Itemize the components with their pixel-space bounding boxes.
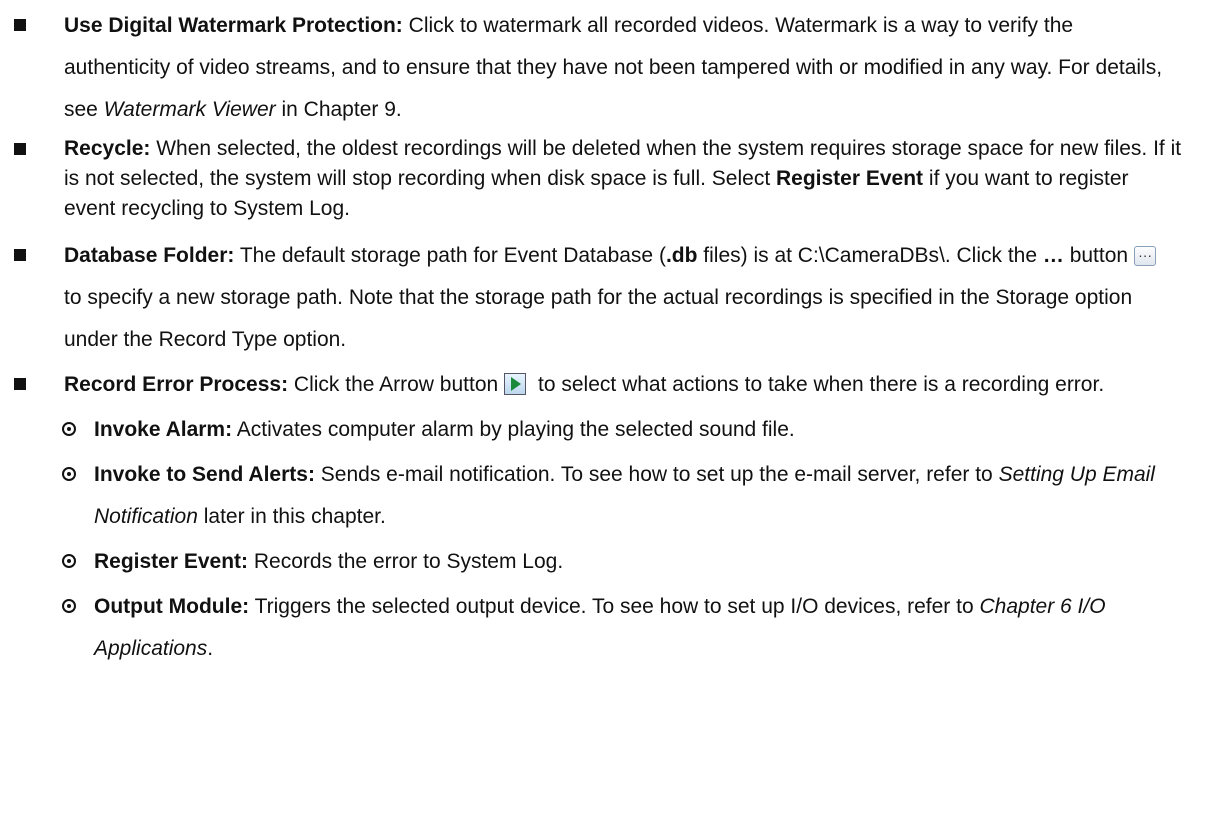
subbullet-invoke-alarm: Invoke Alarm: Activates computer alarm b…	[62, 409, 1222, 451]
term-label: Invoke to Send Alerts:	[94, 463, 315, 486]
bullet-database-folder: Database Folder: The default storage pat…	[0, 234, 1222, 361]
bullet-record-error-process: Record Error Process: Click the Arrow bu…	[0, 364, 1222, 406]
subbullet-output-module: Output Module: Triggers the selected out…	[62, 586, 1222, 670]
term-label: Output Module:	[94, 595, 250, 618]
document-page: Use Digital Watermark Protection: Click …	[0, 0, 1222, 832]
square-bullet-icon	[14, 143, 26, 155]
square-bullet-icon	[14, 19, 26, 31]
square-bullet-icon	[14, 249, 26, 261]
cross-reference: Watermark Viewer	[103, 98, 276, 121]
subbullet-register-event: Register Event: Records the error to Sys…	[62, 541, 1222, 583]
subbullet-send-alerts: Invoke to Send Alerts: Sends e-mail noti…	[62, 454, 1222, 538]
arrow-button-icon	[504, 373, 527, 395]
recycle-paragraph: Recycle: When selected, the oldest recor…	[64, 137, 1182, 220]
term-label: Database Folder:	[64, 244, 235, 267]
circle-bullet-icon	[62, 554, 76, 568]
circle-bullet-icon	[62, 422, 76, 436]
watermark-paragraph: Use Digital Watermark Protection: Click …	[64, 14, 1163, 121]
bullet-recycle: Recycle: When selected, the oldest recor…	[0, 134, 1222, 224]
ellipsis-button-icon	[1134, 234, 1157, 276]
term-label: Register Event:	[94, 550, 249, 573]
square-bullet-icon	[14, 378, 26, 390]
term-label: Record Error Process:	[64, 373, 289, 396]
record-error-paragraph: Record Error Process: Click the Arrow bu…	[64, 373, 1105, 396]
term-label: Invoke Alarm:	[94, 418, 233, 441]
circle-bullet-icon	[62, 467, 76, 481]
database-folder-paragraph: Database Folder: The default storage pat…	[64, 234, 1184, 361]
bullet-watermark: Use Digital Watermark Protection: Click …	[0, 5, 1222, 131]
circle-bullet-icon	[62, 599, 76, 613]
term-label: Recycle:	[64, 137, 151, 160]
term-label: Use Digital Watermark Protection:	[64, 14, 403, 37]
